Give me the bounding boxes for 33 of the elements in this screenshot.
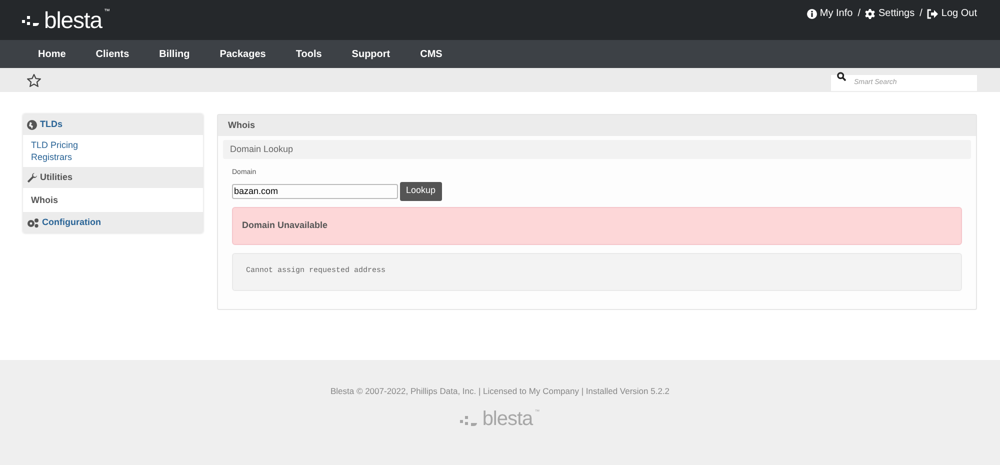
domain-input[interactable]: bazan.com bbox=[232, 184, 398, 198]
nav-item[interactable]: Home bbox=[23, 46, 81, 62]
error-alert: Domain Unavailable bbox=[232, 206, 962, 244]
panel-title: Whois bbox=[218, 115, 976, 136]
logout-icon bbox=[927, 8, 938, 18]
footer-text: Blesta © 2007-2022, Phillips Data, Inc. | Licensed to My Company | Installed Version 5.2.2 bbox=[330, 385, 670, 398]
nav-item[interactable]: Billing bbox=[144, 46, 205, 62]
footer-logo-text: blesta bbox=[482, 408, 533, 429]
sidebar-section-header[interactable]: Utilities bbox=[23, 167, 203, 188]
nav-item[interactable]: Packages bbox=[204, 46, 281, 62]
logo-text: blesta bbox=[44, 8, 102, 32]
sidebar-link[interactable]: Registrars bbox=[31, 151, 195, 163]
nav-item[interactable]: Tools bbox=[280, 46, 337, 62]
nav-item[interactable]: CMS bbox=[405, 46, 458, 62]
search-icon bbox=[837, 72, 846, 81]
nav-item[interactable]: Support bbox=[336, 46, 406, 62]
sidebar-link[interactable]: Whois bbox=[31, 192, 195, 208]
info-icon bbox=[806, 8, 817, 18]
header-link[interactable]: My Info bbox=[806, 6, 853, 21]
header-link[interactable]: Log Out bbox=[927, 6, 977, 21]
settings-icon bbox=[865, 8, 876, 18]
sidebar-section-header[interactable]: Configuration bbox=[23, 212, 203, 233]
smiley-logo-icon bbox=[22, 15, 42, 27]
sidebar-section-header[interactable]: TLDs bbox=[23, 114, 203, 135]
nav-item[interactable]: Clients bbox=[80, 46, 144, 62]
sidebar-link[interactable]: TLD Pricing bbox=[31, 139, 195, 151]
header-link[interactable]: Settings bbox=[865, 6, 915, 21]
section-heading: Domain Lookup bbox=[223, 140, 971, 159]
lookup-button[interactable]: Lookup bbox=[400, 182, 442, 200]
star-icon[interactable] bbox=[27, 74, 41, 86]
separator: / bbox=[920, 7, 922, 21]
wrench-icon bbox=[27, 172, 37, 182]
separator: / bbox=[858, 7, 860, 21]
